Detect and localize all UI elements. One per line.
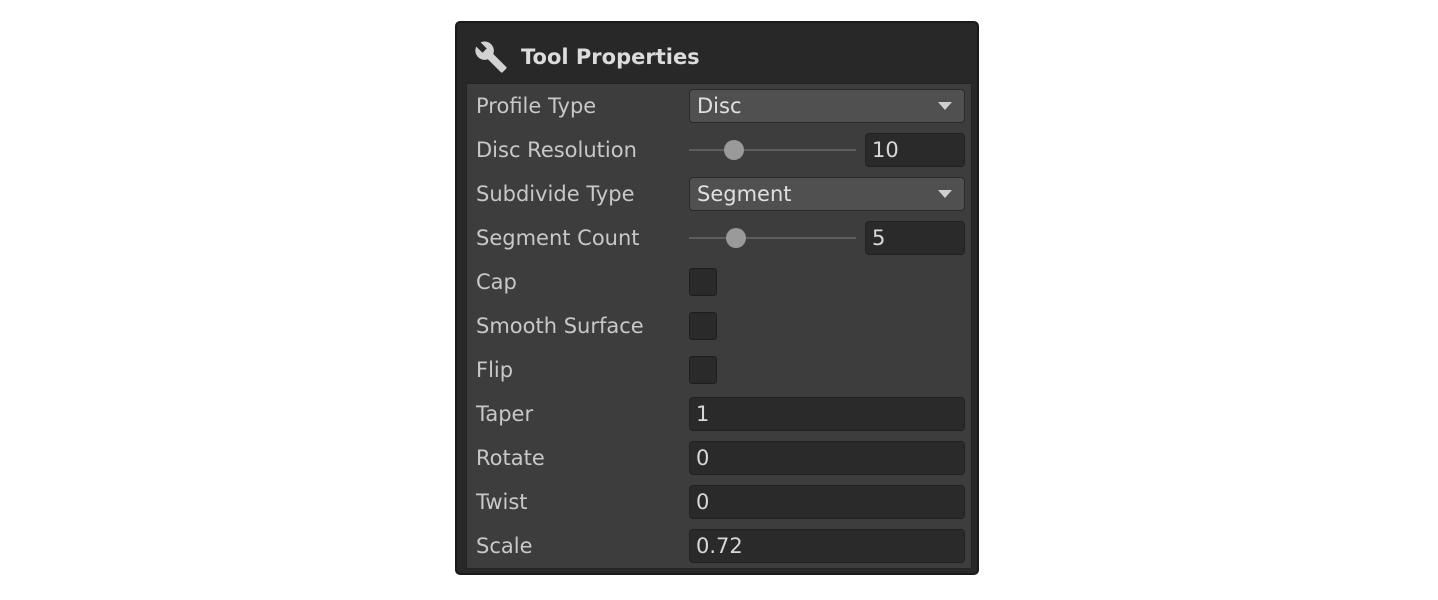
profile-type-value: Disc bbox=[697, 94, 742, 118]
taper-value: 1 bbox=[696, 402, 710, 426]
disc-resolution-field[interactable]: 10 bbox=[865, 133, 965, 167]
segment-count-slider-track[interactable] bbox=[689, 237, 856, 239]
twist-label: Twist bbox=[476, 490, 528, 514]
segment-count-field[interactable]: 5 bbox=[865, 221, 965, 255]
panel-title: Tool Properties bbox=[521, 45, 700, 69]
panel-header: Tool Properties bbox=[457, 23, 977, 83]
subdivide-type-label: Subdivide Type bbox=[476, 182, 635, 206]
subdivide-type-dropdown[interactable]: Segment bbox=[689, 177, 965, 211]
scale-value: 0.72 bbox=[696, 534, 743, 558]
dropdown-arrow-icon bbox=[938, 190, 952, 198]
segment-count-slider-thumb[interactable] bbox=[725, 228, 746, 248]
subdivide-type-row: Subdivide Type Segment bbox=[467, 172, 971, 216]
wrench-icon bbox=[475, 41, 507, 73]
flip-checkbox[interactable] bbox=[689, 356, 717, 384]
disc-resolution-label: Disc Resolution bbox=[476, 138, 637, 162]
smooth-surface-checkbox[interactable] bbox=[689, 312, 717, 340]
tool-properties-panel: Tool Properties Profile Type Disc Disc R… bbox=[455, 21, 979, 575]
taper-label: Taper bbox=[476, 402, 534, 426]
disc-resolution-value: 10 bbox=[872, 138, 899, 162]
profile-type-row: Profile Type Disc bbox=[467, 84, 971, 128]
subdivide-type-value: Segment bbox=[697, 182, 792, 206]
flip-label: Flip bbox=[476, 358, 514, 382]
disc-resolution-slider-thumb[interactable] bbox=[724, 140, 745, 160]
properties-body: Profile Type Disc Disc Resolution 10 Sub… bbox=[466, 83, 972, 569]
cap-row: Cap bbox=[467, 260, 971, 304]
profile-type-dropdown[interactable]: Disc bbox=[689, 89, 965, 123]
segment-count-value: 5 bbox=[872, 226, 886, 250]
smooth-surface-row: Smooth Surface bbox=[467, 304, 971, 348]
dropdown-arrow-icon bbox=[938, 102, 952, 110]
rotate-row: Rotate 0 bbox=[467, 436, 971, 480]
cap-checkbox[interactable] bbox=[689, 268, 717, 296]
scale-row: Scale 0.72 bbox=[467, 524, 971, 568]
twist-value: 0 bbox=[696, 490, 710, 514]
taper-row: Taper 1 bbox=[467, 392, 971, 436]
flip-row: Flip bbox=[467, 348, 971, 392]
scale-field[interactable]: 0.72 bbox=[689, 529, 965, 563]
rotate-label: Rotate bbox=[476, 446, 545, 470]
disc-resolution-slider-track[interactable] bbox=[689, 149, 856, 151]
scale-label: Scale bbox=[476, 534, 533, 558]
disc-resolution-row: Disc Resolution 10 bbox=[467, 128, 971, 172]
cap-label: Cap bbox=[476, 270, 517, 294]
rotate-field[interactable]: 0 bbox=[689, 441, 965, 475]
segment-count-row: Segment Count 5 bbox=[467, 216, 971, 260]
rotate-value: 0 bbox=[696, 446, 710, 470]
twist-row: Twist 0 bbox=[467, 480, 971, 524]
segment-count-label: Segment Count bbox=[476, 226, 640, 250]
taper-field[interactable]: 1 bbox=[689, 397, 965, 431]
profile-type-label: Profile Type bbox=[476, 94, 597, 118]
twist-field[interactable]: 0 bbox=[689, 485, 965, 519]
smooth-surface-label: Smooth Surface bbox=[476, 314, 644, 338]
